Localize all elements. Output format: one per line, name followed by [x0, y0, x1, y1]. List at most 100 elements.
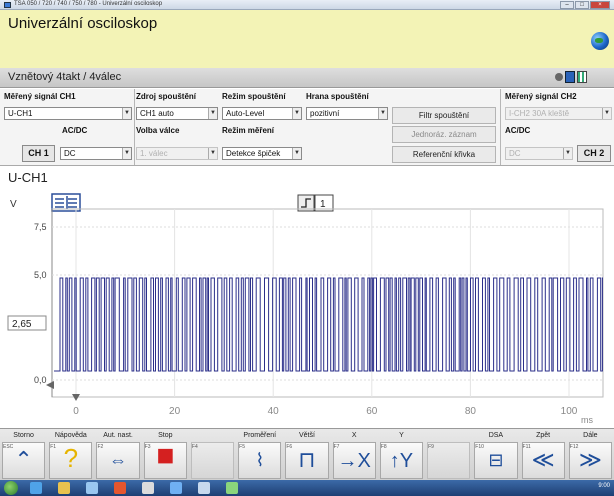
reference-curve-button[interactable]: Referenční křivka	[392, 146, 496, 163]
back-icon: ≪	[531, 447, 555, 472]
chevron-down-icon: ▼	[292, 108, 301, 119]
trigger-level-value: 2,65	[12, 319, 32, 330]
fkey-caption: Aut. nast.	[103, 432, 133, 439]
chevron-down-icon: ▼	[602, 108, 611, 119]
chevron-down-icon: ▼	[122, 108, 131, 119]
app-icon[interactable]	[114, 482, 126, 494]
ch1-button[interactable]: CH 1	[22, 145, 55, 162]
ch2-signal-label: Měřený signál CH2	[505, 92, 577, 101]
app-icon[interactable]	[198, 482, 210, 494]
fkey-caption: Zpět	[536, 432, 551, 439]
trigger-edge-select[interactable]: pozitivní ▼	[306, 107, 388, 120]
fkey-caption: Proměření	[243, 432, 277, 439]
app-icon	[4, 2, 11, 8]
fkey-empty-f4[interactable]: F4	[189, 429, 236, 481]
vehicle-type: Vznětový 4takt / 4válec	[8, 71, 122, 83]
fkey-cancel[interactable]: Storno ESC ⌃	[0, 429, 47, 481]
signal-trace	[54, 277, 603, 372]
trigger-source-select[interactable]: CH1 auto ▼	[136, 107, 218, 120]
chevron-down-icon: ▼	[208, 108, 217, 119]
divider	[500, 89, 501, 165]
signal-icon[interactable]	[577, 71, 587, 83]
fkey-caption: X	[351, 432, 357, 439]
document-icon[interactable]	[142, 482, 154, 494]
single-record-button[interactable]: Jednoráz. záznam	[392, 126, 496, 143]
start-button[interactable]	[4, 481, 18, 495]
x-tick-label: 40	[268, 406, 280, 417]
stop-icon: ■	[156, 439, 175, 472]
taskbar: 9:00	[0, 480, 614, 496]
function-key-bar: Storno ESC ⌃ Nápověda F1? Aut. nast. F2 ⇔ Stop F3…	[0, 428, 614, 480]
ch1-signal-label: Měřený signál CH1	[4, 92, 76, 101]
fkey-bigger[interactable]: Větší F6 ⊓	[283, 429, 330, 481]
fkey-caption: Y	[399, 432, 404, 439]
close-button[interactable]: ×	[590, 1, 610, 9]
channel-title: U-CH1	[8, 170, 48, 185]
trigger-mode-label: Režim spouštění	[222, 92, 286, 101]
measure-icon: ⌇	[255, 450, 265, 470]
save-icon[interactable]	[565, 71, 575, 83]
divider	[134, 89, 135, 165]
fkey-stop[interactable]: Stop F3 ■	[142, 429, 189, 481]
channel-list-icon[interactable]	[51, 193, 81, 212]
fkey-back[interactable]: Zpět F11 ≪	[520, 429, 567, 481]
x-tick-label: 60	[366, 406, 378, 417]
fkey-help[interactable]: Nápověda F1?	[47, 429, 94, 481]
fkey-key-label: F10	[475, 444, 484, 450]
minimize-button[interactable]: –	[560, 1, 574, 9]
fkey-auto-setup[interactable]: Aut. nast. F2 ⇔	[94, 429, 141, 481]
browser-icon[interactable]	[30, 482, 42, 494]
app-icon[interactable]	[86, 482, 98, 494]
dsa-icon: ⊟	[488, 450, 504, 470]
ch2-signal-select[interactable]: I-CH2 30A kleště ▼	[505, 107, 612, 120]
ch1-signal-select[interactable]: U-CH1 ▼	[4, 107, 132, 120]
fkey-x-axis[interactable]: X F7 →X	[331, 429, 378, 481]
fkey-caption: Dále	[583, 432, 598, 439]
oscilloscope-display[interactable]: V 1 7,5 5,0 0,0 0 20 40 60 80 100 2,65 m…	[6, 187, 610, 426]
x-tick-label: 20	[169, 406, 181, 417]
x-axis-icon: →X	[337, 450, 371, 472]
fkey-key-label: F2	[97, 444, 104, 450]
ch2-acdc-label: AC/DC	[505, 126, 531, 135]
y-tick-label: 0,0	[34, 375, 47, 385]
ch2-button[interactable]: CH 2	[577, 145, 611, 162]
auto-setup-icon: ⇔	[109, 450, 128, 470]
next-icon: ≫	[578, 447, 602, 472]
trigger-source-label: Zdroj spouštění	[136, 92, 196, 101]
x-tick-label: 80	[465, 406, 477, 417]
help-icon: ?	[63, 443, 79, 473]
chevron-down-icon: ▼	[208, 148, 217, 159]
trigger-mode-select[interactable]: Auto-Level ▼	[222, 107, 302, 120]
clock: 9:00	[598, 483, 610, 489]
fkey-empty-f9[interactable]: F9	[425, 429, 472, 481]
globe-icon[interactable]	[591, 32, 609, 50]
ch2-acdc-select[interactable]: DC ▼	[505, 147, 573, 160]
status-icon	[555, 73, 563, 81]
chevron-down-icon: ▼	[378, 108, 387, 119]
trigger-filter-button[interactable]: Filtr spouštění	[392, 107, 496, 124]
measure-mode-select[interactable]: Detekce špiček ▼	[222, 147, 302, 160]
fkey-y-axis[interactable]: Y F8 ↑Y	[378, 429, 425, 481]
fkey-dsa[interactable]: DSA F10 ⊟	[472, 429, 519, 481]
chevron-down-icon: ▼	[292, 148, 301, 159]
app-icon[interactable]	[226, 482, 238, 494]
ch1-acdc-select[interactable]: DC ▼	[60, 147, 132, 160]
x-tick-label: 100	[561, 406, 578, 417]
folder-icon[interactable]	[58, 482, 70, 494]
vehicle-bar: Vznětový 4takt / 4válec	[0, 68, 614, 88]
fkey-measure[interactable]: Proměření F5 ⌇	[236, 429, 283, 481]
fkey-caption: Větší	[299, 432, 315, 439]
app-header: Univerzální osciloskop	[0, 10, 614, 68]
fkey-key-label: F4	[191, 444, 198, 450]
fkey-caption: Storno	[13, 432, 34, 439]
y-tick-labels: 7,5 5,0 0,0	[34, 222, 47, 385]
y-axis-icon: ↑Y	[389, 450, 414, 472]
maximize-button[interactable]: □	[575, 1, 589, 9]
cylinder-select[interactable]: 1. válec ▼	[136, 147, 218, 160]
ground-marker-icon[interactable]	[46, 381, 54, 389]
app-title: Univerzální osciloskop	[8, 15, 158, 32]
fkey-next[interactable]: Dále F12 ≫	[567, 429, 614, 481]
cylinder-label: Volba válce	[136, 126, 180, 135]
y-tick-label: 5,0	[34, 270, 47, 280]
app-icon[interactable]	[170, 482, 182, 494]
